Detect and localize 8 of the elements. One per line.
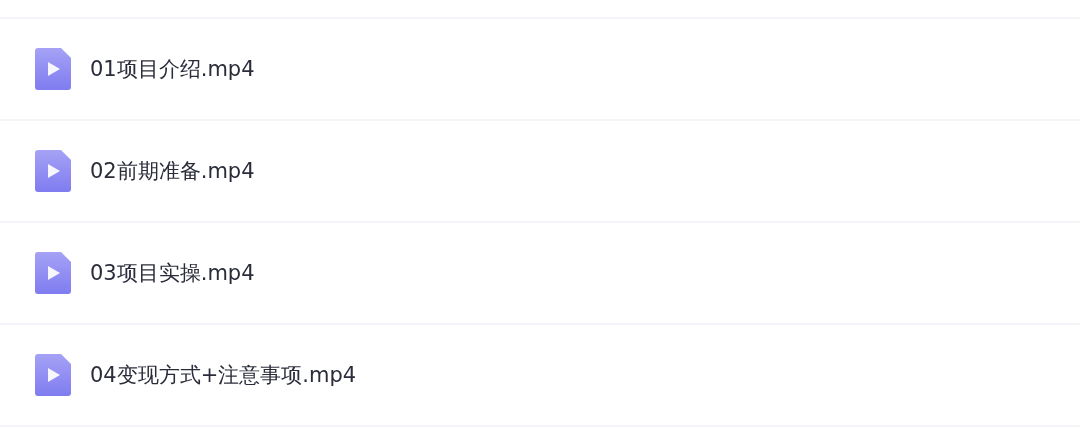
- file-name[interactable]: 02前期准备.mp4: [90, 157, 255, 185]
- video-file-icon: [35, 150, 71, 192]
- video-file-icon: [35, 252, 71, 294]
- file-name[interactable]: 04变现方式+注意事项.mp4: [90, 361, 357, 389]
- video-file-icon: [35, 354, 71, 396]
- file-name[interactable]: 03项目实操.mp4: [90, 259, 255, 287]
- file-name[interactable]: 01项目介绍.mp4: [90, 55, 255, 83]
- video-file-icon: [35, 48, 71, 90]
